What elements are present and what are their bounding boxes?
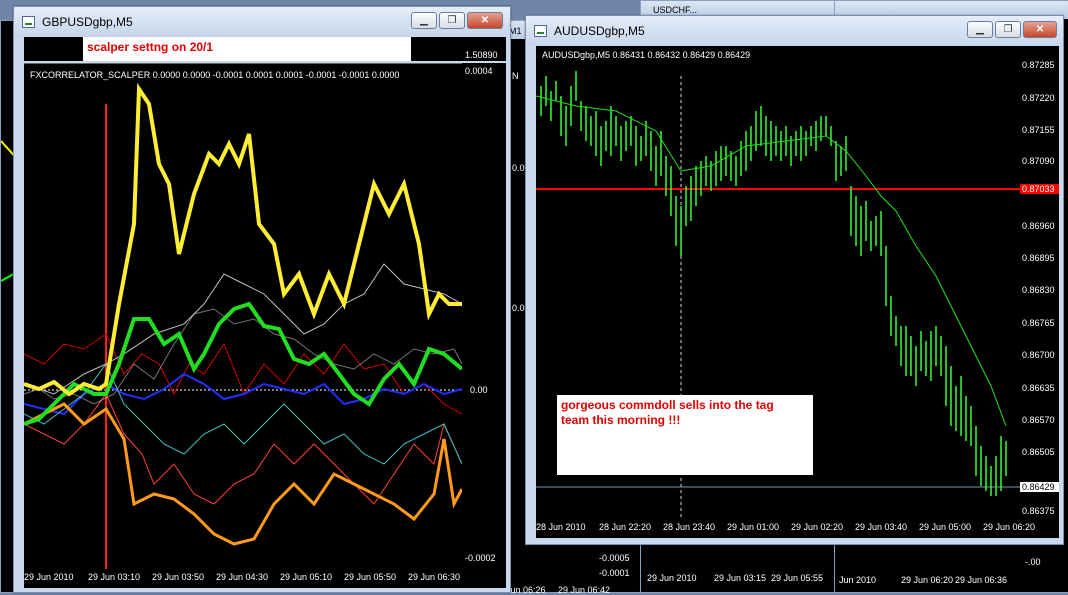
close-button[interactable]: ✕ bbox=[1023, 21, 1057, 38]
audusd-chart-window[interactable]: AUDUSDgbp,M5 ▁ ❐ ✕ AUDUSDgbp,M5 0.86431 … bbox=[525, 15, 1064, 545]
audusd-price-tick: 0.86570 bbox=[1022, 415, 1055, 425]
fxcorrelator-indicator-chart[interactable]: FXCORRELATOR_SCALPER 0.0000 0.0000 -0.00… bbox=[24, 63, 462, 570]
audusd-price-tick: 0.87155 bbox=[1022, 125, 1055, 135]
background-scale-label: -.00 bbox=[1025, 557, 1041, 567]
audusd-time-label: 29 Jun 03:40 bbox=[855, 522, 908, 532]
background-date-label: 29 Jun 2010 bbox=[647, 573, 697, 583]
scalper-annotation-box: scalper settng on 20/1 bbox=[83, 37, 411, 61]
background-window-title: USDCHF... bbox=[653, 5, 698, 15]
audusd-time-axis: 28 Jun 2010 28 Jun 22:20 28 Jun 23:40 29… bbox=[536, 518, 1059, 538]
audusd-price-tick: 0.86635 bbox=[1022, 383, 1055, 393]
gbpusd-time-label: 29 Jun 03:50 bbox=[152, 572, 205, 582]
audusd-window-title: AUDUSDgbp,M5 bbox=[554, 24, 645, 38]
gbpusd-price-chart[interactable]: scalper settng on 20/1 bbox=[24, 37, 462, 61]
audusd-price-tick: 0.86375 bbox=[1022, 506, 1055, 516]
gbpusd-time-axis: 29 Jun 2010 29 Jun 03:10 29 Jun 03:50 29… bbox=[24, 569, 506, 588]
background-date-label: 29 Jun 05:55 bbox=[771, 573, 824, 583]
gbpusd-window-titlebar[interactable]: GBPUSDgbp,M5 ▁ ❐ ✕ bbox=[14, 7, 510, 37]
gbpusd-window-title: GBPUSDgbp,M5 bbox=[42, 15, 133, 29]
audusd-time-label: 29 Jun 05:00 bbox=[919, 522, 972, 532]
commdoll-annotation-text: gorgeous commdoll sells into the tag tea… bbox=[561, 398, 774, 427]
audusd-price-tick: 0.86895 bbox=[1022, 253, 1055, 263]
gbpusd-time-label: 29 Jun 05:50 bbox=[344, 572, 397, 582]
audusd-time-label: 28 Jun 22:20 bbox=[599, 522, 652, 532]
gbpusd-time-label: 29 Jun 03:10 bbox=[88, 572, 141, 582]
close-button[interactable]: ✕ bbox=[467, 12, 503, 29]
indicator-scale-label: 0.0004 bbox=[465, 66, 493, 76]
indicator-lines bbox=[24, 82, 462, 570]
audusd-price-tick: 0.86830 bbox=[1022, 285, 1055, 295]
audusd-price-tick: 0.87220 bbox=[1022, 93, 1055, 103]
background-date-label: Jun 06:26 bbox=[506, 585, 546, 595]
background-window-title: N bbox=[512, 71, 519, 81]
background-date-label: 29 Jun 03:15 bbox=[714, 573, 767, 583]
background-date-label: Jun 2010 bbox=[839, 575, 877, 585]
minimize-button[interactable]: ▁ bbox=[411, 12, 437, 29]
commdoll-annotation-box: gorgeous commdoll sells into the tag tea… bbox=[557, 395, 813, 475]
gbpusd-price-label: 1.50890 bbox=[465, 50, 498, 60]
chart-window-icon bbox=[22, 16, 35, 28]
audusd-price-tick-highlight: 0.87033 bbox=[1020, 184, 1059, 194]
audusd-time-label: 28 Jun 2010 bbox=[536, 522, 586, 532]
audusd-price-tick: 0.86765 bbox=[1022, 318, 1055, 328]
audusd-price-tick: 0.86960 bbox=[1022, 221, 1055, 231]
indicator-scale: 0.0004 0.00 -0.0002 bbox=[462, 63, 506, 569]
maximize-button[interactable]: ❐ bbox=[439, 12, 465, 29]
indicator-scale-label: 0.00 bbox=[470, 385, 488, 395]
gbpusd-price-scale: 1.50890 bbox=[462, 37, 506, 61]
background-scale-label: -0.0001 bbox=[599, 568, 630, 578]
indicator-scale-label: -0.0002 bbox=[465, 553, 496, 563]
audusd-price-tick: 0.87285 bbox=[1022, 60, 1055, 70]
background-date-label: 29 Jun 06:20 bbox=[901, 575, 954, 585]
background-date-label: 29 Jun 06:36 bbox=[955, 575, 1008, 585]
audusd-price-chart[interactable]: AUDUSDgbp,M5 0.86431 0.86432 0.86429 0.8… bbox=[536, 46, 1020, 518]
minimize-button[interactable]: ▁ bbox=[967, 21, 993, 38]
chart-window-icon bbox=[534, 25, 547, 37]
scalper-annotation-text: scalper settng on 20/1 bbox=[87, 40, 214, 54]
gbpusd-time-label: 29 Jun 2010 bbox=[24, 572, 74, 582]
audusd-price-tick: 0.86700 bbox=[1022, 350, 1055, 360]
audusd-bid-tick: 0.86429 bbox=[1020, 482, 1059, 492]
audusd-price-tick: 0.86505 bbox=[1022, 447, 1055, 457]
audusd-price-tick: 0.87090 bbox=[1022, 156, 1055, 166]
gbpusd-chart-window[interactable]: GBPUSDgbp,M5 ▁ ❐ ✕ scalper settng on 20/… bbox=[13, 6, 511, 593]
audusd-time-label: 28 Jun 23:40 bbox=[663, 522, 716, 532]
background-date-label: 29 Jun 06:42 bbox=[558, 585, 611, 595]
audusd-time-label: 29 Jun 06:20 bbox=[983, 522, 1036, 532]
gbpusd-time-label: 29 Jun 05:10 bbox=[280, 572, 333, 582]
background-scale-label: -0.0005 bbox=[599, 553, 630, 563]
gbpusd-time-label: 29 Jun 06:30 bbox=[408, 572, 461, 582]
audusd-window-titlebar[interactable]: AUDUSDgbp,M5 ▁ ❐ ✕ bbox=[526, 16, 1063, 46]
maximize-button[interactable]: ❐ bbox=[995, 21, 1021, 38]
audusd-time-label: 29 Jun 01:00 bbox=[727, 522, 780, 532]
audusd-time-label: 29 Jun 02:20 bbox=[791, 522, 844, 532]
audusd-price-scale: 0.87285 0.87220 0.87155 0.87090 0.87033 … bbox=[1020, 46, 1059, 518]
gbpusd-time-label: 29 Jun 04:30 bbox=[216, 572, 269, 582]
